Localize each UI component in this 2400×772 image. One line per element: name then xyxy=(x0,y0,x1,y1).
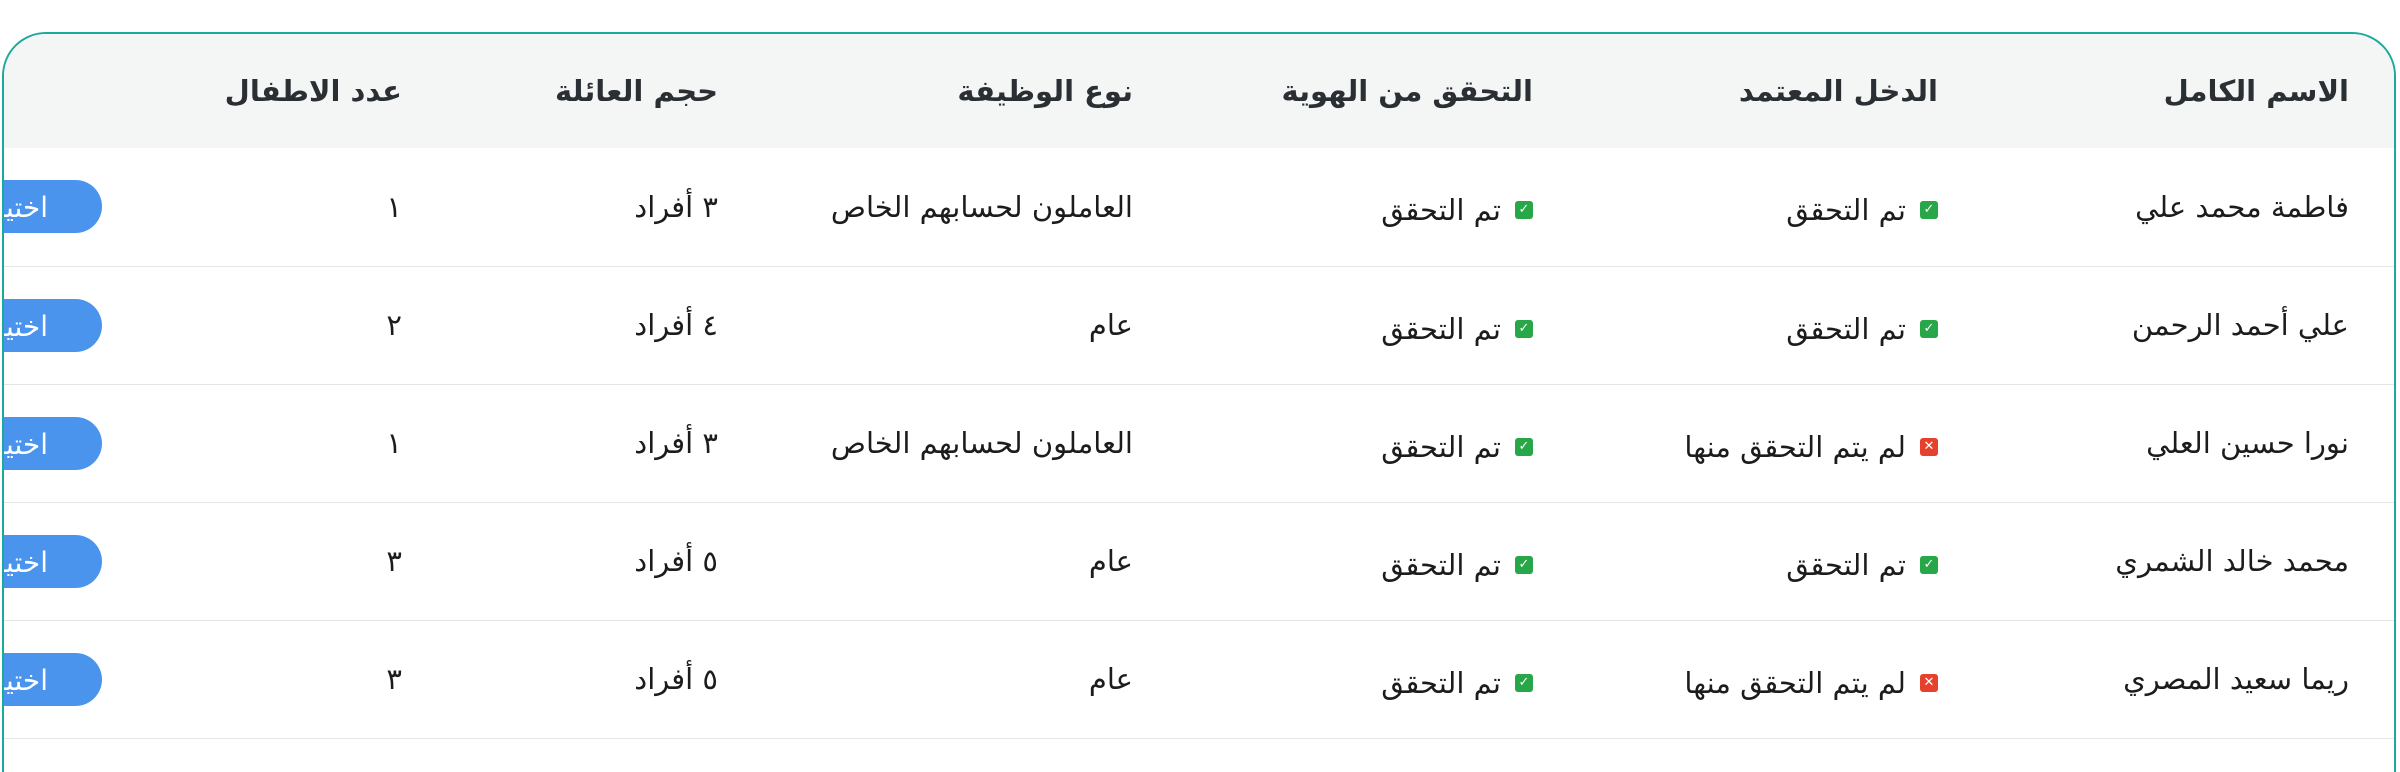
cell-full-name: ريما سعيد المصري xyxy=(2123,662,2349,696)
cell-children-count: ١ xyxy=(386,189,402,224)
cell-children-count: ٣ xyxy=(386,662,402,696)
cell-actions: اختيار xyxy=(4,384,102,502)
income-status: ✓ تم التحقق xyxy=(1786,548,1938,582)
identity-status-label: تم التحقق xyxy=(1381,311,1501,346)
cell-approved-income: ✓ تم التحقق xyxy=(1533,266,1938,384)
check-icon: ✓ xyxy=(1515,437,1533,456)
cell-family-size: ٤ أفراد xyxy=(634,308,718,342)
cell-actions: اختيار xyxy=(4,266,102,384)
income-status-label: تم التحقق xyxy=(1786,193,1906,228)
check-icon: ✓ xyxy=(1920,201,1938,220)
cell-job-type: العاملون لحسابهم الخاص xyxy=(830,426,1133,460)
check-icon: ✓ xyxy=(1515,201,1533,220)
income-status-label: لم يتم التحقق منها xyxy=(1684,665,1906,700)
cell-identity-verification: ✓ تم التحقق xyxy=(1133,148,1533,266)
income-status: ✕ لم يتم التحقق منها xyxy=(1684,430,1938,464)
x-icon: ✕ xyxy=(1920,673,1938,692)
identity-status: ✓ تم التحقق xyxy=(1381,312,1533,346)
cell-family-size: ٣ أفراد xyxy=(634,189,718,224)
x-icon: ✕ xyxy=(1920,437,1938,456)
check-icon: ✓ xyxy=(1515,673,1533,692)
table-row: علي أحمد الرحمن ✓ تم التحقق ✓ تم التحقق … xyxy=(4,266,2394,384)
check-icon: ✓ xyxy=(1515,555,1533,574)
header-family-size: حجم العائلة xyxy=(554,74,718,108)
income-status-label: لم يتم التحقق منها xyxy=(1684,429,1906,464)
cell-full-name: محمد خالد الشمري xyxy=(2115,544,2349,578)
select-button[interactable]: اختيار xyxy=(4,180,102,234)
cell-identity-verification: ✓ تم التحقق xyxy=(1133,502,1533,620)
income-status: ✓ تم التحقق xyxy=(1786,193,1938,227)
cell-identity-verification: ✓ تم التحقق xyxy=(1133,620,1533,738)
check-icon: ✓ xyxy=(1920,555,1938,574)
cell-job-type: العاملون لحسابهم الخاص xyxy=(830,189,1133,224)
cell-family-size: ٥ أفراد xyxy=(634,662,718,696)
identity-status-label: تم التحقق xyxy=(1381,193,1501,228)
identity-status-label: تم التحقق xyxy=(1381,547,1501,582)
select-button[interactable]: اختيار xyxy=(4,298,102,352)
header-approved-income: الدخل المعتمد xyxy=(1738,74,1938,108)
cell-identity-verification: ✓ تم التحقق xyxy=(1133,384,1533,502)
cell-identity-verification: ✓ تم التحقق xyxy=(1133,266,1533,384)
identity-status: ✓ تم التحقق xyxy=(1381,430,1533,464)
identity-status: ✓ تم التحقق xyxy=(1381,666,1533,700)
check-icon: ✓ xyxy=(1920,319,1938,338)
cell-job-type: عام xyxy=(1088,544,1133,578)
identity-status-label: تم التحقق xyxy=(1381,429,1501,464)
income-status-label: تم التحقق xyxy=(1786,547,1906,582)
applicants-table: الاسم الكامل الدخل المعتمد التحقق من اله… xyxy=(4,34,2394,739)
income-status: ✓ تم التحقق xyxy=(1786,312,1938,346)
cell-family-size: ٥ أفراد xyxy=(634,544,718,578)
cell-actions: اختيار xyxy=(4,148,102,266)
cell-children-count: ٣ xyxy=(386,544,402,578)
table-header-row: الاسم الكامل الدخل المعتمد التحقق من اله… xyxy=(4,34,2394,148)
select-button[interactable]: اختيار xyxy=(4,534,102,588)
income-status-label: تم التحقق xyxy=(1786,311,1906,346)
header-job-type: نوع الوظيفة xyxy=(957,74,1133,108)
select-button[interactable]: اختيار xyxy=(4,652,102,706)
cell-full-name: علي أحمد الرحمن xyxy=(2131,308,2349,342)
table-row: ريما سعيد المصري ✕ لم يتم التحقق منها ✓ … xyxy=(4,620,2394,738)
table-row: فاطمة محمد علي ✓ تم التحقق ✓ تم التحقق ا… xyxy=(4,148,2394,266)
cell-approved-income: ✕ لم يتم التحقق منها xyxy=(1533,620,1938,738)
header-actions xyxy=(4,34,102,148)
header-identity-verification: التحقق من الهوية xyxy=(1281,74,1533,108)
cell-children-count: ١ xyxy=(386,426,402,460)
table-row: نورا حسين العلي ✕ لم يتم التحقق منها ✓ ت… xyxy=(4,384,2394,502)
cell-children-count: ٢ xyxy=(386,308,402,342)
identity-status: ✓ تم التحقق xyxy=(1381,193,1533,227)
cell-job-type: عام xyxy=(1088,308,1133,342)
identity-status: ✓ تم التحقق xyxy=(1381,548,1533,582)
header-children-count: عدد الاطفال xyxy=(224,74,402,108)
cell-job-type: عام xyxy=(1088,662,1133,696)
table-row: محمد خالد الشمري ✓ تم التحقق ✓ تم التحقق… xyxy=(4,502,2394,620)
cell-family-size: ٣ أفراد xyxy=(634,426,718,460)
cell-approved-income: ✓ تم التحقق xyxy=(1533,148,1938,266)
applicants-table-card: الاسم الكامل الدخل المعتمد التحقق من اله… xyxy=(2,32,2396,772)
header-full-name: الاسم الكامل xyxy=(2163,74,2349,108)
check-icon: ✓ xyxy=(1515,319,1533,338)
cell-approved-income: ✓ تم التحقق xyxy=(1533,502,1938,620)
cell-full-name: فاطمة محمد علي xyxy=(2135,189,2349,224)
cell-actions: اختيار xyxy=(4,502,102,620)
identity-status-label: تم التحقق xyxy=(1381,665,1501,700)
cell-full-name: نورا حسين العلي xyxy=(2146,426,2349,460)
cell-actions: اختيار xyxy=(4,620,102,738)
cell-approved-income: ✕ لم يتم التحقق منها xyxy=(1533,384,1938,502)
select-button[interactable]: اختيار xyxy=(4,416,102,470)
income-status: ✕ لم يتم التحقق منها xyxy=(1684,666,1938,700)
